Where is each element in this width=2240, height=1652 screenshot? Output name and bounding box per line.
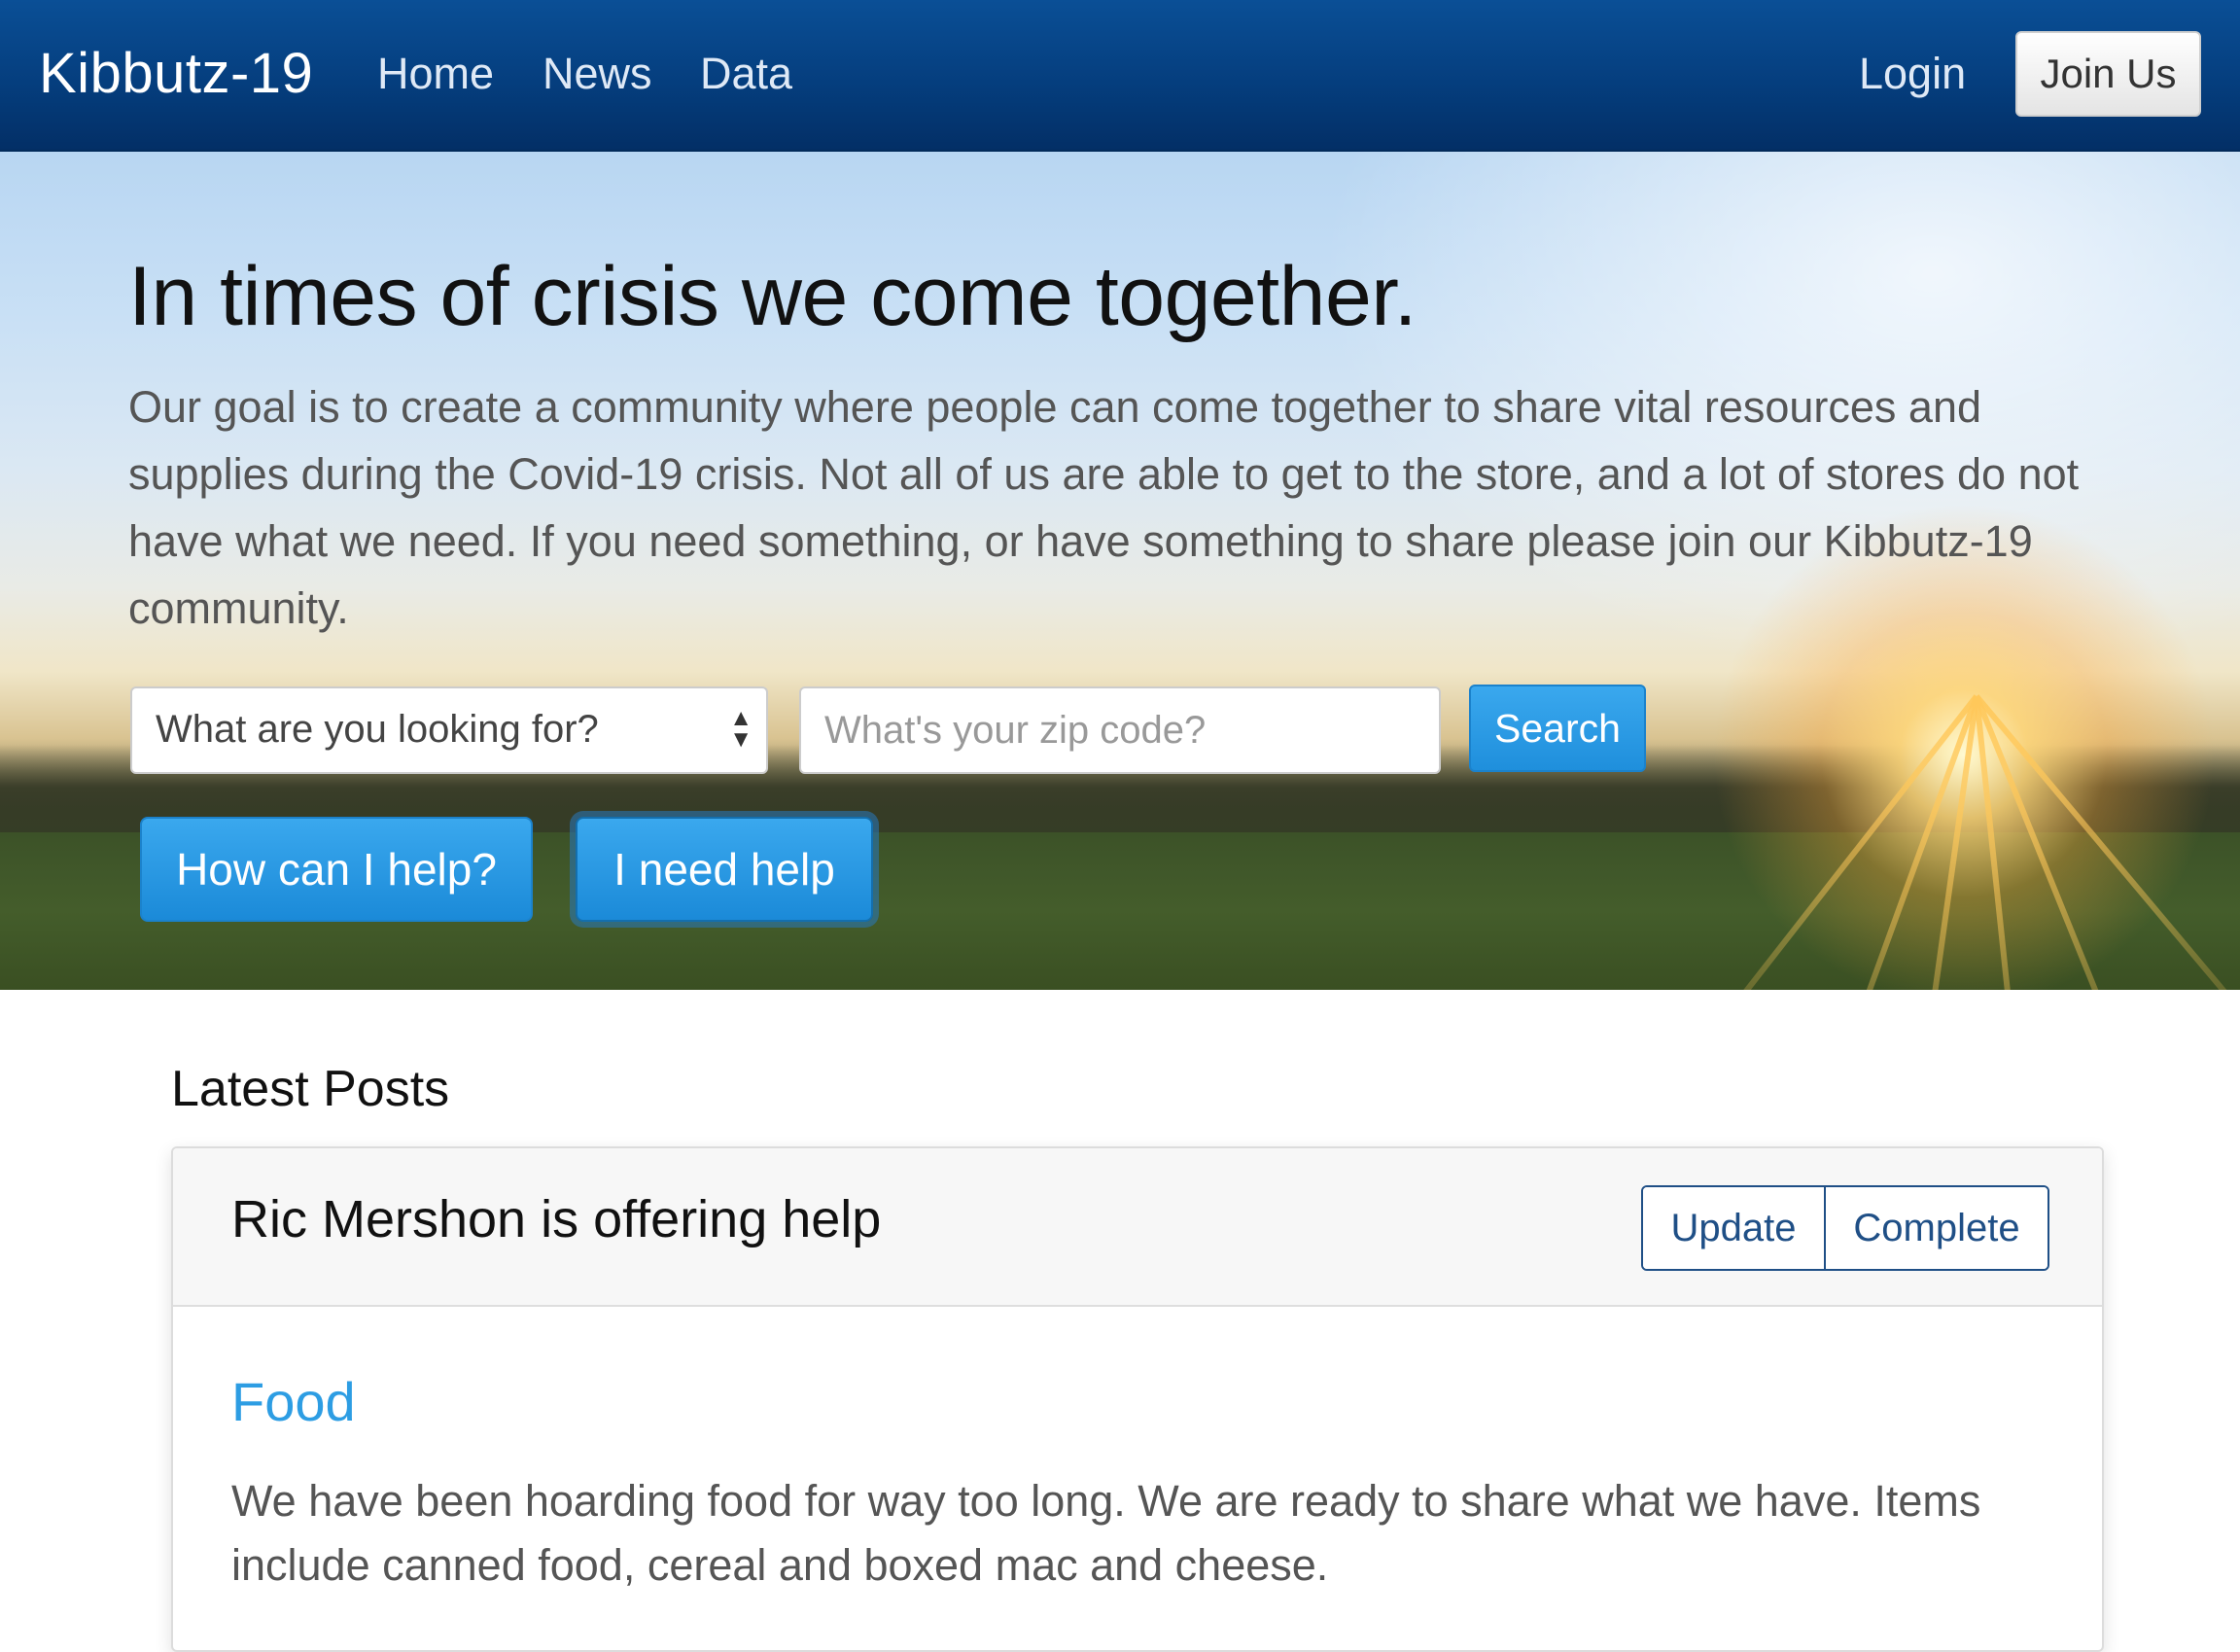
login-link[interactable]: Login — [1859, 49, 1966, 99]
search-button[interactable]: Search — [1469, 685, 1646, 772]
top-navbar: Kibbutz-19 Home News Data Login Join Us — [0, 0, 2240, 152]
post-category-link[interactable]: Food — [231, 1370, 356, 1433]
i-need-help-button[interactable]: I need help — [576, 817, 873, 922]
hero-section: In times of crisis we come together. Our… — [0, 152, 2240, 990]
brand-logo[interactable]: Kibbutz-19 — [39, 41, 313, 106]
select-arrows-icon: ▲ ▼ — [729, 705, 752, 753]
hero-title: In times of crisis we come together. — [128, 250, 1418, 343]
hero-description: Our goal is to create a community where … — [128, 382, 2080, 633]
post-action-group: Update Complete — [1641, 1185, 2049, 1271]
category-select[interactable]: What are you looking for? ▲ ▼ — [130, 686, 768, 774]
nav-link-home[interactable]: Home — [377, 49, 494, 99]
post-card-header: Ric Mershon is offering help Update Comp… — [173, 1148, 2102, 1307]
how-can-i-help-button[interactable]: How can I help? — [140, 817, 533, 922]
join-us-button[interactable]: Join Us — [2015, 31, 2201, 117]
zip-code-input[interactable] — [799, 686, 1441, 774]
nav-link-data[interactable]: Data — [700, 49, 792, 99]
latest-posts-heading: Latest Posts — [171, 1061, 450, 1117]
update-button[interactable]: Update — [1643, 1187, 1826, 1269]
post-body: We have been hoarding food for way too l… — [231, 1476, 1981, 1590]
category-select-value: What are you looking for? — [156, 708, 599, 751]
nav-link-news[interactable]: News — [542, 49, 652, 99]
post-card: Ric Mershon is offering help Update Comp… — [171, 1146, 2104, 1652]
post-title: Ric Mershon is offering help — [231, 1190, 882, 1248]
complete-button[interactable]: Complete — [1826, 1187, 2048, 1269]
